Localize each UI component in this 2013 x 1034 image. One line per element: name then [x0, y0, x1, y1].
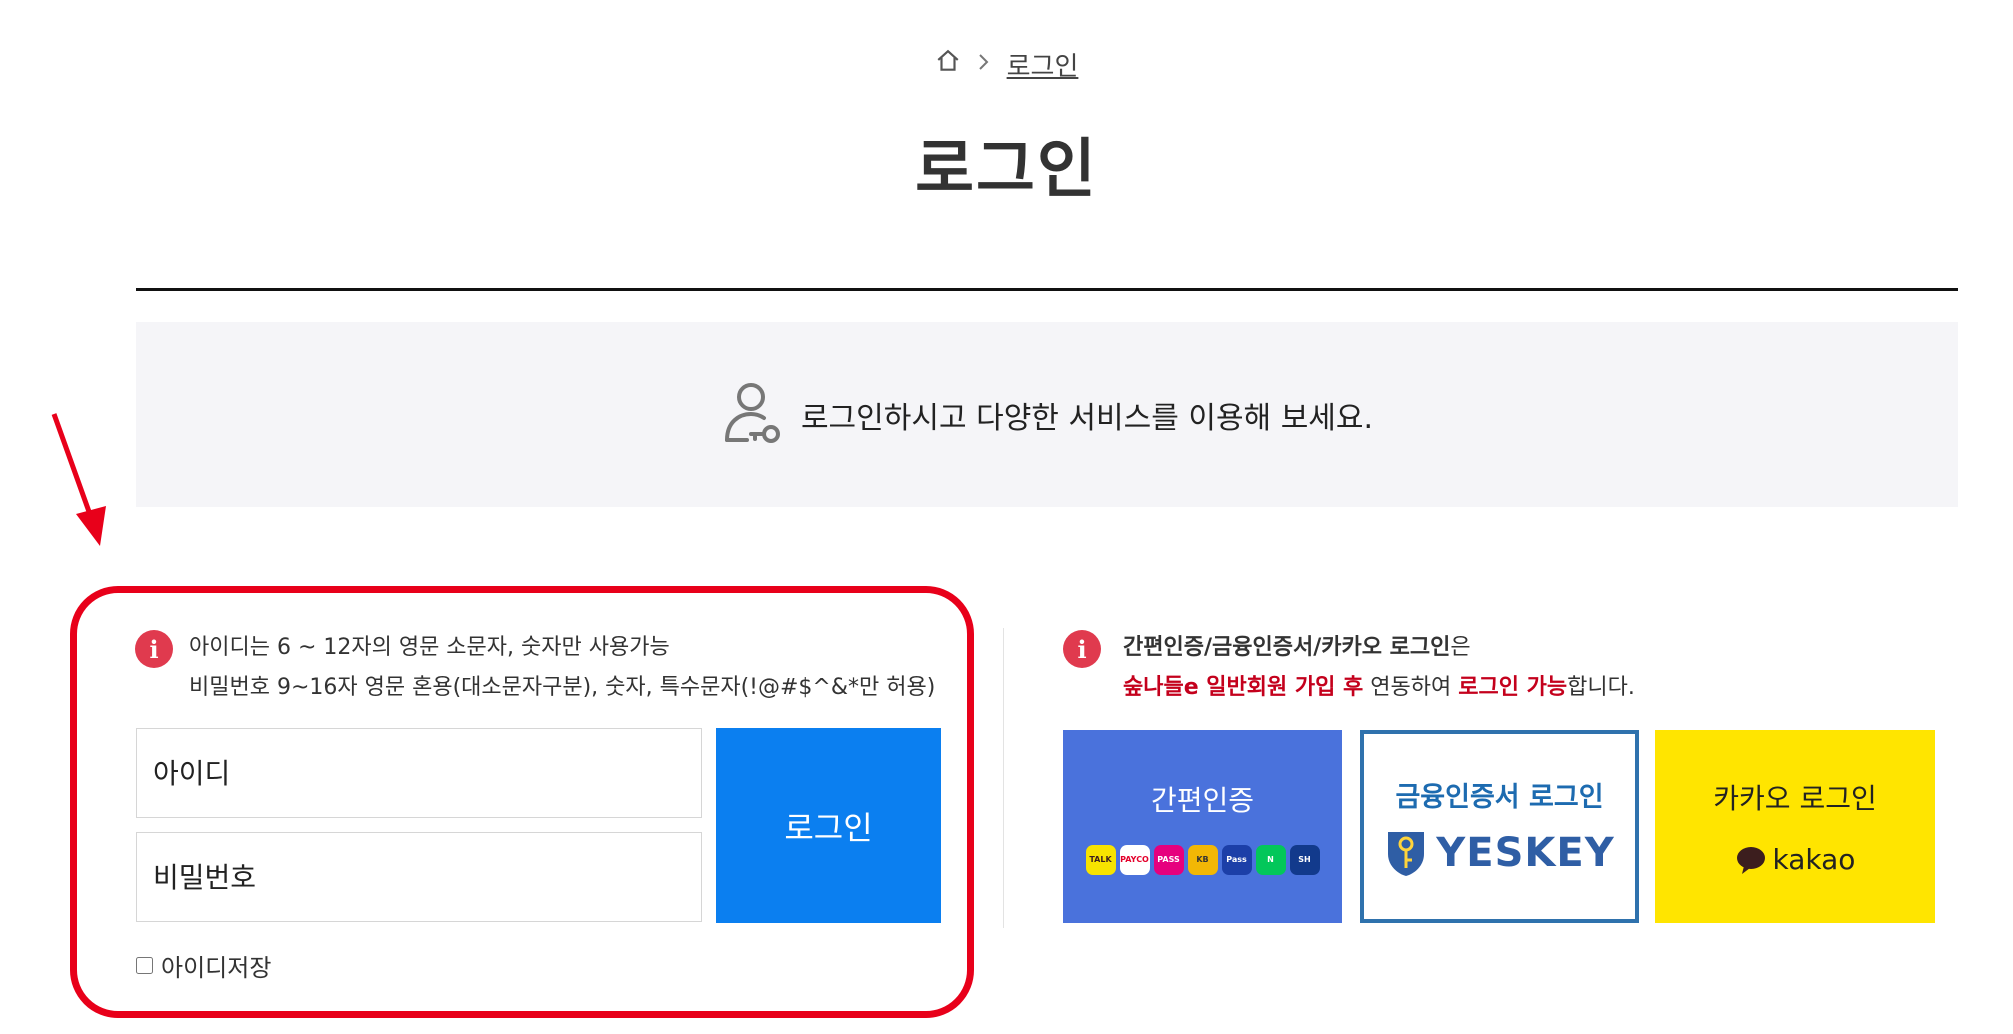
- user-key-icon: [721, 380, 783, 450]
- simple-auth-button[interactable]: 간편인증 TALK PAYCO PASS KB Pass N SH: [1063, 730, 1342, 923]
- yeskey-brand: YESKEY: [1436, 830, 1615, 876]
- title-divider: [136, 288, 1958, 291]
- shinhan-icon: SH: [1289, 844, 1320, 875]
- financial-cert-login-button[interactable]: 금융인증서 로그인 YESKEY: [1360, 730, 1639, 923]
- info-icon: i: [1063, 630, 1101, 668]
- kb-icon: KB: [1187, 844, 1218, 875]
- panel-divider: [1003, 628, 1004, 928]
- simple-auth-label: 간편인증: [1150, 783, 1255, 817]
- banner-text: 로그인하시고 다양한 서비스를 이용해 보세요.: [800, 400, 1374, 436]
- alt-login-line2: 숲나들e 일반회원 가입 후 연동하여 로그인 가능합니다.: [1123, 668, 1635, 708]
- financial-cert-label: 금융인증서 로그인: [1395, 782, 1604, 813]
- yeskey-shield-icon: [1388, 832, 1425, 876]
- payco-icon: PAYCO: [1119, 844, 1150, 875]
- alt-login-line2-end: 합니다.: [1567, 675, 1635, 700]
- kakao-login-label: 카카오 로그인: [1713, 782, 1877, 815]
- home-icon[interactable]: [935, 48, 961, 81]
- kakaotalk-icon: TALK: [1085, 844, 1116, 875]
- signup-requirement: 숲나들e 일반회원 가입 후: [1123, 675, 1364, 700]
- breadcrumb: 로그인: [0, 44, 2013, 84]
- chevron-right-icon: [977, 49, 991, 79]
- kakao-brand: kakao: [1772, 843, 1856, 876]
- alt-login-notice: i 간편인증/금융인증서/카카오 로그인은 숲나들e 일반회원 가입 후 연동하…: [1063, 628, 1963, 700]
- samsung-pass-icon: Pass: [1221, 844, 1252, 875]
- alt-login-methods: 간편인증/금융인증서/카카오 로그인: [1123, 635, 1451, 660]
- annotation-highlight-box: [70, 586, 974, 1018]
- kakao-login-button[interactable]: 카카오 로그인 kakao: [1655, 730, 1935, 923]
- kakao-speech-bubble-icon: [1736, 846, 1765, 874]
- login-available: 로그인 가능: [1458, 675, 1568, 700]
- alt-login-line2-mid: 연동하여: [1363, 675, 1459, 700]
- pass-icon: PASS: [1153, 844, 1184, 875]
- alt-login-line1: 간편인증/금융인증서/카카오 로그인은: [1123, 628, 1635, 668]
- page-title: 로그인: [915, 133, 1098, 207]
- alt-login-line1-rest: 은: [1450, 635, 1471, 660]
- simple-auth-app-icons: TALK PAYCO PASS KB Pass N SH: [1085, 844, 1320, 875]
- notice-banner: 로그인하시고 다양한 서비스를 이용해 보세요.: [136, 322, 1958, 507]
- naver-icon: N: [1255, 844, 1286, 875]
- annotation-arrow-icon: [51, 413, 106, 546]
- kakao-logo: kakao: [1735, 843, 1856, 876]
- yeskey-logo: YESKEY: [1384, 828, 1614, 878]
- breadcrumb-current-link[interactable]: 로그인: [1007, 46, 1079, 83]
